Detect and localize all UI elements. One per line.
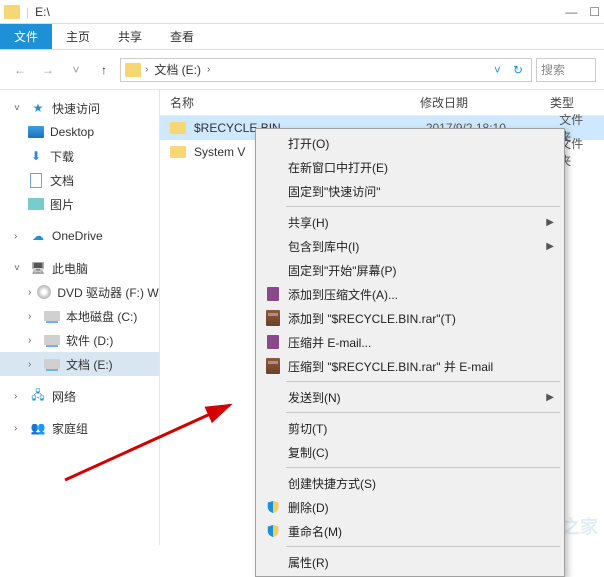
- chevron-right-icon: ▶: [546, 392, 554, 403]
- column-name[interactable]: 名称: [160, 94, 410, 111]
- tab-file[interactable]: 文件: [0, 24, 52, 49]
- rar-icon: [266, 358, 280, 374]
- shield-icon: [264, 522, 282, 540]
- menu-pin-quick-access[interactable]: 固定到"快速访问": [258, 179, 562, 203]
- menu-rename[interactable]: 重命名(M): [258, 519, 562, 543]
- sidebar-label: 网络: [52, 388, 76, 405]
- sidebar-item-software-d[interactable]: ›软件 (D:): [0, 328, 159, 352]
- sidebar-label: 快速访问: [52, 100, 100, 117]
- menu-pin-start[interactable]: 固定到"开始"屏幕(P): [258, 258, 562, 282]
- window-title: E:\: [35, 5, 50, 19]
- rar-icon: [266, 310, 280, 326]
- sidebar-item-onedrive[interactable]: ›☁OneDrive: [0, 224, 159, 248]
- document-icon: [30, 173, 42, 188]
- sidebar-item-localdisk-c[interactable]: ›本地磁盘 (C:): [0, 304, 159, 328]
- sidebar-item-documents-e[interactable]: ›文档 (E:): [0, 352, 159, 376]
- sidebar-item-documents[interactable]: 文档: [0, 168, 159, 192]
- column-headers: 名称 修改日期 类型: [160, 90, 604, 116]
- menu-add-archive[interactable]: 添加到压缩文件(A)...: [258, 282, 562, 306]
- menu-separator: [286, 381, 560, 382]
- menu-copy[interactable]: 复制(C): [258, 440, 562, 464]
- sidebar-item-quick-access[interactable]: ˅★快速访问: [0, 96, 159, 120]
- drive-icon: [44, 335, 60, 345]
- column-type[interactable]: 类型: [540, 94, 604, 111]
- menu-properties[interactable]: 属性(R): [258, 550, 562, 574]
- folder-icon: [170, 122, 186, 134]
- menu-separator: [286, 546, 560, 547]
- address-dropdown-icon[interactable]: ˅: [490, 63, 505, 77]
- folder-icon: [170, 146, 186, 158]
- address-bar[interactable]: › 文档 (E:) › ˅ ↻: [120, 58, 532, 82]
- desktop-icon: [28, 126, 44, 138]
- nav-forward-button[interactable]: →: [36, 58, 60, 82]
- pictures-icon: [28, 198, 44, 210]
- menu-separator: [286, 412, 560, 413]
- drive-icon: [44, 311, 60, 321]
- breadcrumb-root[interactable]: 文档 (E:): [152, 61, 203, 78]
- tab-share[interactable]: 共享: [104, 24, 156, 49]
- sidebar-label: 软件 (D:): [66, 332, 113, 349]
- sidebar-item-homegroup[interactable]: ›👥家庭组: [0, 416, 159, 440]
- sidebar-item-network[interactable]: ›🖧网络: [0, 384, 159, 408]
- sidebar-label: 文档: [50, 172, 74, 189]
- dvd-icon: [37, 285, 51, 299]
- maximize-button[interactable]: ☐: [589, 5, 600, 19]
- menu-separator: [286, 206, 560, 207]
- cloud-icon: ☁: [30, 228, 46, 244]
- menu-separator: [286, 467, 560, 468]
- menu-send-to[interactable]: 发送到(N)▶: [258, 385, 562, 409]
- minimize-button[interactable]: —: [565, 5, 577, 19]
- sidebar-item-downloads[interactable]: ⬇ 下载: [0, 144, 159, 168]
- sidebar-label: 此电脑: [52, 260, 88, 277]
- menu-add-rar[interactable]: 添加到 "$RECYCLE.BIN.rar"(T): [258, 306, 562, 330]
- sidebar-label: 本地磁盘 (C:): [66, 308, 137, 325]
- menu-compress-email[interactable]: 压缩并 E-mail...: [258, 330, 562, 354]
- chevron-right-icon[interactable]: ›: [145, 64, 148, 75]
- homegroup-icon: 👥: [30, 420, 46, 436]
- chevron-right-icon: ▶: [546, 241, 554, 252]
- menu-include-library[interactable]: 包含到库中(I)▶: [258, 234, 562, 258]
- chevron-right-icon: ▶: [546, 217, 554, 228]
- column-date[interactable]: 修改日期: [410, 94, 540, 111]
- network-icon: 🖧: [30, 388, 46, 404]
- download-icon: ⬇: [28, 148, 44, 164]
- titlebar-separator: |: [26, 5, 29, 19]
- star-icon: ★: [30, 100, 46, 116]
- drive-icon: [44, 359, 60, 369]
- tab-home[interactable]: 主页: [52, 24, 104, 49]
- sidebar-label: OneDrive: [52, 229, 103, 243]
- shield-icon: [264, 498, 282, 516]
- nav-history-button[interactable]: ˅: [64, 58, 88, 82]
- sidebar-label: DVD 驱动器 (F:) WIN: [57, 284, 160, 301]
- nav-up-button[interactable]: ↑: [92, 58, 116, 82]
- titlebar-folder-icon: [4, 5, 20, 19]
- sidebar-item-this-pc[interactable]: ˅🖥此电脑: [0, 256, 159, 280]
- menu-share[interactable]: 共享(H)▶: [258, 210, 562, 234]
- rar-icon: [267, 335, 279, 349]
- sidebar-item-desktop[interactable]: Desktop: [0, 120, 159, 144]
- chevron-right-icon[interactable]: ›: [207, 64, 210, 75]
- rar-icon: [267, 287, 279, 301]
- tab-view[interactable]: 查看: [156, 24, 208, 49]
- search-input[interactable]: 搜索: [536, 58, 596, 82]
- menu-open[interactable]: 打开(O): [258, 131, 562, 155]
- sidebar-label: 下载: [50, 148, 74, 165]
- menu-create-shortcut[interactable]: 创建快捷方式(S): [258, 471, 562, 495]
- sidebar-label: Desktop: [50, 125, 94, 139]
- menu-compress-rar-email[interactable]: 压缩到 "$RECYCLE.BIN.rar" 并 E-mail: [258, 354, 562, 378]
- sidebar-label: 家庭组: [52, 420, 88, 437]
- sidebar: ˅★快速访问 Desktop ⬇下载 文档 图片 ›☁OneDrive ˅🖥此电…: [0, 90, 160, 545]
- sidebar-label: 图片: [50, 196, 74, 213]
- menu-delete[interactable]: 删除(D): [258, 495, 562, 519]
- sidebar-item-pictures[interactable]: 图片: [0, 192, 159, 216]
- menu-open-new-window[interactable]: 在新窗口中打开(E): [258, 155, 562, 179]
- refresh-icon[interactable]: ↻: [509, 63, 527, 77]
- menu-cut[interactable]: 剪切(T): [258, 416, 562, 440]
- nav-back-button[interactable]: ←: [8, 58, 32, 82]
- context-menu: 打开(O) 在新窗口中打开(E) 固定到"快速访问" 共享(H)▶ 包含到库中(…: [255, 128, 565, 577]
- breadcrumb-folder-icon: [125, 63, 141, 77]
- sidebar-item-dvd[interactable]: ›DVD 驱动器 (F:) WIN: [0, 280, 159, 304]
- sidebar-label: 文档 (E:): [66, 356, 113, 373]
- pc-icon: 🖥: [30, 260, 46, 276]
